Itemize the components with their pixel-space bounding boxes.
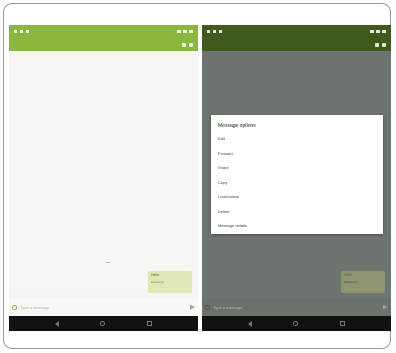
overflow-menu-icon[interactable]	[382, 42, 386, 47]
compose-bar	[202, 298, 391, 316]
notification-icon	[219, 30, 222, 33]
dialog-option-message-details[interactable]: Message details	[211, 219, 383, 234]
notification-icons	[14, 30, 29, 33]
call-icon[interactable]	[182, 42, 186, 47]
message-bubble[interactable]: Hello Delivered	[148, 271, 192, 293]
system-status	[177, 30, 193, 33]
attach-icon	[205, 304, 210, 310]
message-text: Hello	[151, 273, 159, 277]
wifi-icon	[376, 30, 380, 33]
signal-icon	[177, 30, 181, 33]
message-status: Delivered	[344, 280, 357, 284]
status-bar	[202, 25, 391, 38]
notification-icon	[207, 30, 210, 33]
message-text: Hello	[344, 273, 352, 277]
message-options-dialog: Message options Edit Forward Share Copy …	[211, 115, 383, 234]
dialog-option-edit[interactable]: Edit	[211, 132, 383, 147]
action-bar	[9, 38, 198, 51]
message-bubble: Hello Delivered	[341, 271, 385, 293]
attach-icon[interactable]	[12, 304, 17, 310]
back-icon[interactable]	[54, 320, 59, 327]
dialog-option-forward[interactable]: Forward	[211, 147, 383, 162]
dialog-title: Message options	[218, 123, 256, 129]
battery-icon	[382, 30, 386, 33]
dialog-option-share[interactable]: Share	[211, 161, 383, 176]
dialog-option-delete[interactable]: Delete	[211, 205, 383, 220]
message-list[interactable]	[9, 51, 198, 288]
message-status: Delivered	[151, 280, 164, 284]
dialog-options-list: Edit Forward Share Copy Lock/unlock Dele…	[211, 132, 383, 234]
back-icon[interactable]	[247, 320, 252, 327]
signal-icon	[370, 30, 374, 33]
navigation-bar	[202, 316, 391, 331]
recents-icon[interactable]	[147, 321, 153, 326]
phone-screen-right: Hello Delivered Message options Edit For…	[202, 25, 391, 331]
phone-screen-left: Hello Delivered	[9, 25, 198, 331]
system-status	[370, 30, 386, 33]
send-icon	[383, 304, 388, 310]
wifi-icon	[183, 30, 187, 33]
notification-icon	[213, 30, 216, 33]
notification-icon	[14, 30, 17, 33]
dialog-option-lock-unlock[interactable]: Lock/unlock	[211, 190, 383, 205]
battery-icon	[189, 30, 193, 33]
status-bar	[9, 25, 198, 38]
home-icon[interactable]	[100, 321, 106, 326]
overflow-menu-icon[interactable]	[189, 42, 193, 47]
call-icon[interactable]	[375, 42, 379, 47]
notification-icons	[207, 30, 222, 33]
message-input[interactable]	[20, 303, 190, 311]
compose-bar	[9, 298, 198, 316]
navigation-bar	[9, 316, 198, 331]
home-icon[interactable]	[293, 321, 299, 326]
divider	[106, 262, 110, 263]
notification-icon	[20, 30, 23, 33]
notification-icon	[26, 30, 29, 33]
action-bar	[202, 38, 391, 51]
recents-icon[interactable]	[340, 321, 346, 326]
message-input	[213, 303, 383, 311]
actionbar-icons	[182, 42, 193, 47]
dialog-option-copy[interactable]: Copy	[211, 176, 383, 191]
send-icon[interactable]	[190, 304, 195, 310]
actionbar-icons	[375, 42, 386, 47]
